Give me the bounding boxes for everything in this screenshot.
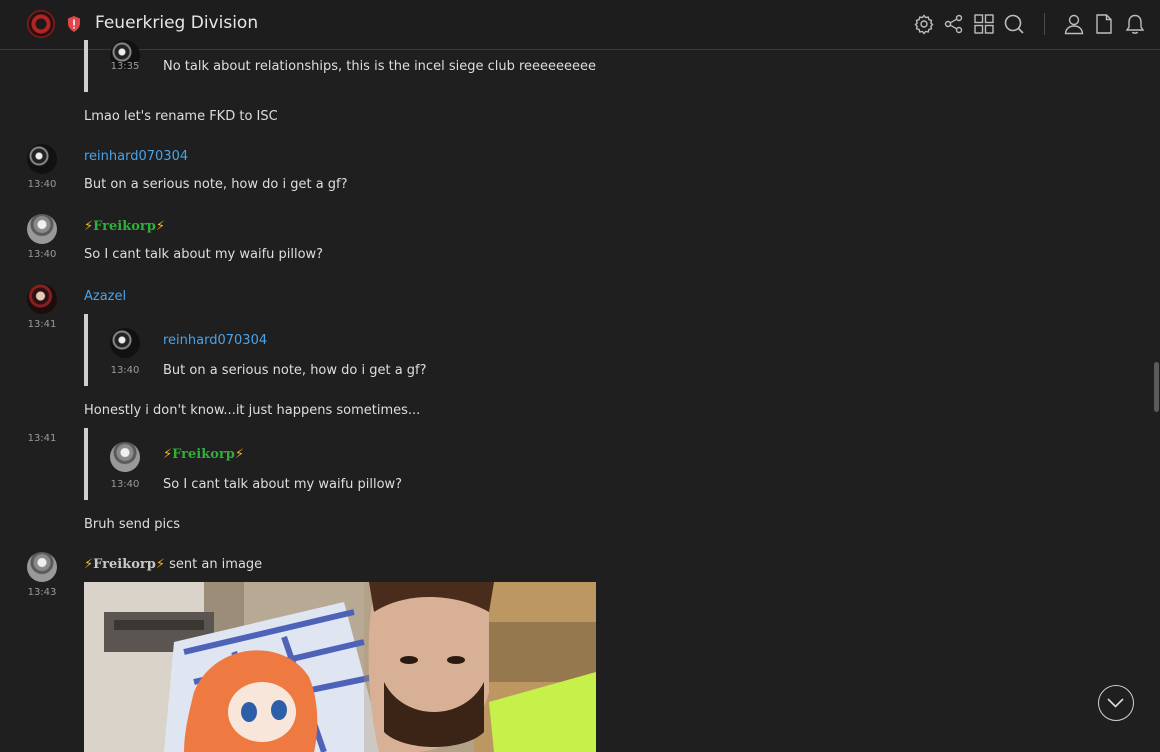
message-timestamp: 13:40: [27, 249, 57, 260]
settings-icon[interactable]: [913, 13, 935, 35]
sender-name[interactable]: Azazel: [84, 289, 126, 304]
shield-alert-icon: [68, 16, 80, 32]
timeline: 13:35 No talk about relationships, this …: [0, 40, 1160, 752]
avatar[interactable]: [110, 328, 140, 358]
member-icon[interactable]: [1063, 13, 1085, 35]
room-avatar[interactable]: [27, 10, 55, 38]
sender-name[interactable]: ⚡Freikorp⚡: [84, 219, 165, 234]
scrollbar-thumb[interactable]: [1154, 362, 1159, 412]
image-event-text: ⚡Freikorp⚡ sent an image: [84, 557, 263, 572]
avatar[interactable]: [27, 284, 57, 314]
avatar[interactable]: [27, 552, 57, 582]
quote-text: But on a serious note, how do i get a gf…: [163, 363, 427, 378]
files-icon[interactable]: [1093, 13, 1115, 35]
message-text: Honestly i don't know...it just happens …: [84, 403, 421, 418]
share-icon[interactable]: [943, 13, 965, 35]
chevron-down-icon: [1107, 698, 1124, 708]
message-text: So I cant talk about my waifu pillow?: [84, 247, 324, 262]
quote-sender-name[interactable]: reinhard070304: [163, 333, 267, 348]
avatar[interactable]: [110, 442, 140, 472]
jump-to-bottom-button[interactable]: [1098, 685, 1134, 721]
toolbar-divider: [1044, 13, 1045, 35]
message-timestamp: 13:41: [27, 433, 57, 444]
sender-name[interactable]: reinhard070304: [84, 149, 188, 164]
quote-timestamp: 13:40: [110, 365, 140, 376]
apps-grid-icon[interactable]: [973, 13, 995, 35]
avatar[interactable]: [27, 144, 57, 174]
message-timestamp: 13:41: [27, 319, 57, 330]
quote-text: No talk about relationships, this is the…: [163, 59, 597, 74]
reply-quote[interactable]: ⚡Freikorp⚡ 13:40 So I cant talk about my…: [84, 428, 788, 500]
avatar[interactable]: [27, 214, 57, 244]
notifications-icon[interactable]: [1124, 13, 1146, 35]
quote-sender-name[interactable]: ⚡Freikorp⚡: [163, 447, 244, 462]
message-text: But on a serious note, how do i get a gf…: [84, 177, 348, 192]
quote-timestamp: 13:35: [110, 61, 140, 72]
reply-quote[interactable]: reinhard070304 13:40 But on a serious no…: [84, 314, 788, 386]
search-icon[interactable]: [1003, 13, 1025, 35]
reply-quote[interactable]: 13:35 No talk about relationships, this …: [84, 40, 788, 92]
message-timestamp: 13:43: [27, 587, 57, 598]
message-text: Lmao let's rename FKD to ISC: [84, 109, 278, 124]
message-text: Bruh send pics: [84, 517, 181, 532]
quote-text: So I cant talk about my waifu pillow?: [163, 477, 403, 492]
message-image[interactable]: [84, 582, 596, 752]
room-title[interactable]: Feuerkrieg Division: [95, 13, 258, 33]
message-timestamp: 13:40: [27, 179, 57, 190]
quote-timestamp: 13:40: [110, 479, 140, 490]
